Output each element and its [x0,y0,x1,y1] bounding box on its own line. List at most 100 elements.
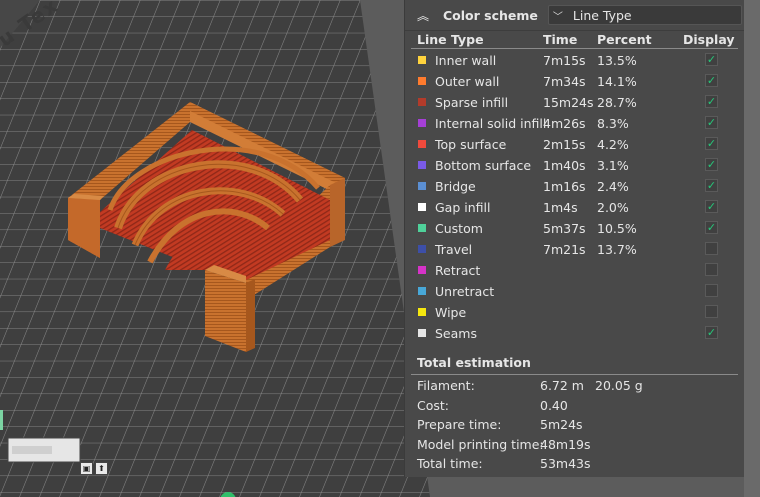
display-checkbox-checked[interactable]: ✓ [705,74,718,87]
legend-row[interactable]: Sparse infill 15m24s 28.7% ✓ [405,92,745,113]
line-color-swatch [418,245,426,253]
display-checkbox-checked[interactable]: ✓ [705,221,718,234]
display-checkbox-checked[interactable]: ✓ [705,200,718,213]
legend-header: ︽ Color scheme ﹀ Line Type [405,0,744,31]
legend-row[interactable]: Retract [405,260,745,281]
legend-row[interactable]: Custom 5m37s 10.5% ✓ [405,218,745,239]
color-scheme-select[interactable]: ﹀ Line Type [547,5,742,25]
line-time: 1m16s [543,179,586,194]
line-color-swatch [418,329,426,337]
estimation-label: Total time: [417,456,483,471]
right-scrollbar-area[interactable] [744,0,760,497]
line-percent: 4.2% [597,137,629,152]
display-checkbox-checked[interactable]: ✓ [705,179,718,192]
line-color-swatch [418,287,426,295]
display-checkbox-checked[interactable]: ✓ [705,53,718,66]
estimation-label: Filament: [417,378,475,393]
line-color-swatch [418,119,426,127]
line-color-swatch [418,161,426,169]
display-checkbox-checked[interactable]: ✓ [705,326,718,339]
estimation-row: Cost: 0.40 [405,398,745,417]
line-time: 15m24s [543,95,594,110]
line-type-label: Seams [435,326,477,341]
line-time: 1m4s [543,200,578,215]
estimation-title: Total estimation [417,355,531,370]
header-divider [411,48,738,49]
line-time: 4m26s [543,116,586,131]
display-checkbox[interactable] [705,284,718,297]
estimation-value: 5m24s [540,417,583,432]
line-time: 7m34s [543,74,586,89]
estimation-row: Model printing time: 48m19s [405,437,745,456]
legend-row[interactable]: Gap infill 1m4s 2.0% ✓ [405,197,745,218]
display-checkbox-checked[interactable]: ✓ [705,95,718,108]
line-type-label: Unretract [435,284,495,299]
line-color-swatch [418,77,426,85]
legend-column-headers: Line Type Time Percent Display [405,31,744,49]
estimation-value-secondary: 20.05 g [595,378,643,393]
line-percent: 2.4% [597,179,629,194]
line-color-swatch [418,140,426,148]
line-type-label: Custom [435,221,483,236]
estimation-divider [411,374,738,375]
legend-row[interactable]: Unretract [405,281,745,302]
line-color-swatch [418,98,426,106]
estimation-label: Prepare time: [417,417,502,432]
display-checkbox-checked[interactable]: ✓ [705,116,718,129]
line-time: 1m40s [543,158,586,173]
line-type-list: Inner wall 7m15s 13.5% ✓ Outer wall 7m34s 14.1… [405,50,745,344]
estimation-row: Prepare time: 5m24s [405,417,745,436]
line-type-label: Outer wall [435,74,500,89]
legend-row[interactable]: Wipe [405,302,745,323]
collapse-chevron-icon[interactable]: ︽ [417,7,431,24]
line-type-label: Bottom surface [435,158,532,173]
lock-icon[interactable]: ▣ [80,462,93,475]
line-type-label: Retract [435,263,481,278]
display-checkbox[interactable] [705,263,718,276]
legend-row[interactable]: Bottom surface 1m40s 3.1% ✓ [405,155,745,176]
line-percent: 2.0% [597,200,629,215]
line-type-label: Internal solid infill [435,116,547,131]
arrange-icon[interactable]: ⬆ [95,462,108,475]
estimation-value: 53m43s [540,456,591,471]
line-color-swatch [418,56,426,64]
line-time: 7m15s [543,53,586,68]
legend-row[interactable]: Seams ✓ [405,323,745,344]
line-percent: 28.7% [597,95,637,110]
line-color-swatch [418,224,426,232]
line-type-label: Inner wall [435,53,497,68]
line-color-swatch [418,308,426,316]
line-type-label: Bridge [435,179,476,194]
display-checkbox[interactable] [705,242,718,255]
legend-row[interactable]: Inner wall 7m15s 13.5% ✓ [405,50,745,71]
col-percent: Percent [597,32,652,47]
line-type-label: Travel [435,242,473,257]
line-type-label: Top surface [435,137,507,152]
estimation-value: 48m19s [540,436,591,452]
col-line-type: Line Type [417,32,484,47]
legend-row[interactable]: Internal solid infill 4m26s 8.3% ✓ [405,113,745,134]
legend-row[interactable]: Travel 7m21s 13.7% [405,239,745,260]
display-checkbox-checked[interactable]: ✓ [705,137,718,150]
estimation-row: Total time: 53m43s [405,456,745,475]
line-type-label: Wipe [435,305,467,320]
legend-row[interactable]: Bridge 1m16s 2.4% ✓ [405,176,745,197]
line-time: 2m15s [543,137,586,152]
display-checkbox-checked[interactable]: ✓ [705,158,718,171]
estimation-label: Cost: [417,397,450,413]
line-percent: 10.5% [597,221,637,236]
estimation-label: Model printing time: [417,436,544,452]
line-type-label: Sparse infill [435,95,509,110]
legend-title: Color scheme [443,7,538,23]
line-color-swatch [418,266,426,274]
display-checkbox[interactable] [705,305,718,318]
legend-row[interactable]: Top surface 2m15s 4.2% ✓ [405,134,745,155]
line-percent: 13.7% [597,242,637,257]
estimation-row: Filament: 6.72 m 20.05 g [405,378,745,397]
line-type-label: Gap infill [435,200,491,215]
gcode-legend-panel: ︽ Color scheme ﹀ Line Type Line Type Tim… [404,0,744,477]
col-time: Time [543,32,578,47]
viewport-bottom-tools: ▣ ⬆ [80,462,108,475]
legend-row[interactable]: Outer wall 7m34s 14.1% ✓ [405,71,745,92]
line-percent: 3.1% [597,158,629,173]
